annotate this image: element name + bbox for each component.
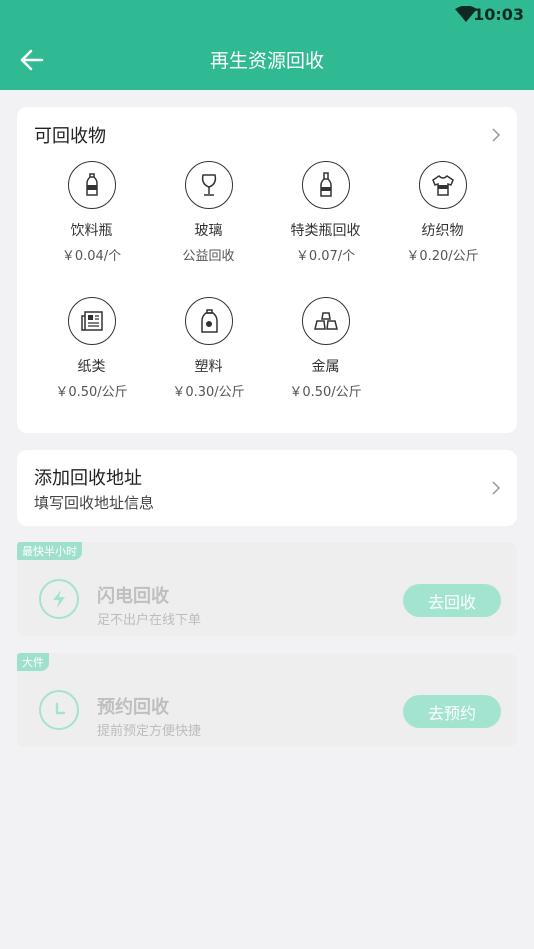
service-title: 预约回收 xyxy=(97,697,169,718)
item-name: 玻璃 xyxy=(194,223,223,239)
add-address-title: 添加回收地址 xyxy=(34,468,142,489)
item-name: 金属 xyxy=(311,359,340,375)
service-tag: 最快半小时 xyxy=(17,542,82,560)
service-card-scheduled: 大件 预约回收 提前预定方便快捷 去预约 xyxy=(17,653,517,747)
item-name: 特类瓶回收 xyxy=(290,223,361,239)
recycle-item-textile[interactable]: 纺织物 ￥0.20/公斤 xyxy=(384,161,501,264)
item-price: ￥0.50/公斤 xyxy=(55,385,128,400)
recyclables-title: 可回收物 xyxy=(34,126,106,147)
newspaper-icon xyxy=(80,311,103,331)
service-title: 闪电回收 xyxy=(97,586,169,607)
service-tag: 大件 xyxy=(17,653,49,671)
recyclables-card: 可回收物 饮料瓶 ￥0.04/个 玻璃 公益回收 特类瓶回收 ￥0.07/个 纺… xyxy=(17,107,517,433)
chevron-right-icon[interactable] xyxy=(491,128,501,142)
recycle-item-metal[interactable]: 金属 ￥0.50/公斤 xyxy=(267,297,384,400)
recycle-item-beverage-bottle[interactable]: 饮料瓶 ￥0.04/个 xyxy=(33,161,150,264)
plastic-jug-icon xyxy=(200,309,218,333)
recycle-item-glass[interactable]: 玻璃 公益回收 xyxy=(150,161,267,264)
item-price: ￥0.50/公斤 xyxy=(289,385,362,400)
metal-bars-icon xyxy=(313,312,338,330)
item-name: 塑料 xyxy=(194,359,223,375)
item-price: ￥0.30/公斤 xyxy=(172,385,245,400)
app-bar: 再生资源回收 xyxy=(0,30,534,90)
lightning-icon xyxy=(53,590,65,608)
go-recycle-button[interactable]: 去回收 xyxy=(403,584,501,617)
service-card-lightning: 最快半小时 闪电回收 足不出户在线下单 去回收 xyxy=(17,542,517,636)
item-name: 饮料瓶 xyxy=(70,223,113,239)
item-price: ￥0.07/个 xyxy=(295,249,356,264)
item-name: 纺织物 xyxy=(421,223,464,239)
wine-glass-icon xyxy=(201,174,216,196)
add-address-card[interactable]: 添加回收地址 填写回收地址信息 xyxy=(17,450,517,526)
add-address-subtitle: 填写回收地址信息 xyxy=(34,494,155,512)
item-name: 纸类 xyxy=(77,359,106,375)
item-price: ￥0.04/个 xyxy=(61,249,122,264)
service-subtitle: 提前预定方便快捷 xyxy=(97,724,202,739)
go-schedule-button[interactable]: 去预约 xyxy=(403,695,501,728)
bottle-icon xyxy=(85,173,98,196)
item-price: ￥0.20/公斤 xyxy=(406,249,479,264)
recycle-item-paper[interactable]: 纸类 ￥0.50/公斤 xyxy=(33,297,150,400)
special-bottle-icon xyxy=(319,172,332,197)
service-subtitle: 足不出户在线下单 xyxy=(97,613,202,628)
recycle-item-plastic[interactable]: 塑料 ￥0.30/公斤 xyxy=(150,297,267,400)
status-time: 10:03 xyxy=(473,5,524,24)
clock-icon xyxy=(55,702,66,715)
shirt-icon xyxy=(431,175,454,196)
chevron-right-icon xyxy=(492,481,501,495)
recycle-item-special-bottle[interactable]: 特类瓶回收 ￥0.07/个 xyxy=(267,161,384,264)
page-title: 再生资源回收 xyxy=(209,50,324,72)
item-price: 公益回收 xyxy=(182,249,235,264)
status-bar: 10:03 xyxy=(0,0,534,30)
